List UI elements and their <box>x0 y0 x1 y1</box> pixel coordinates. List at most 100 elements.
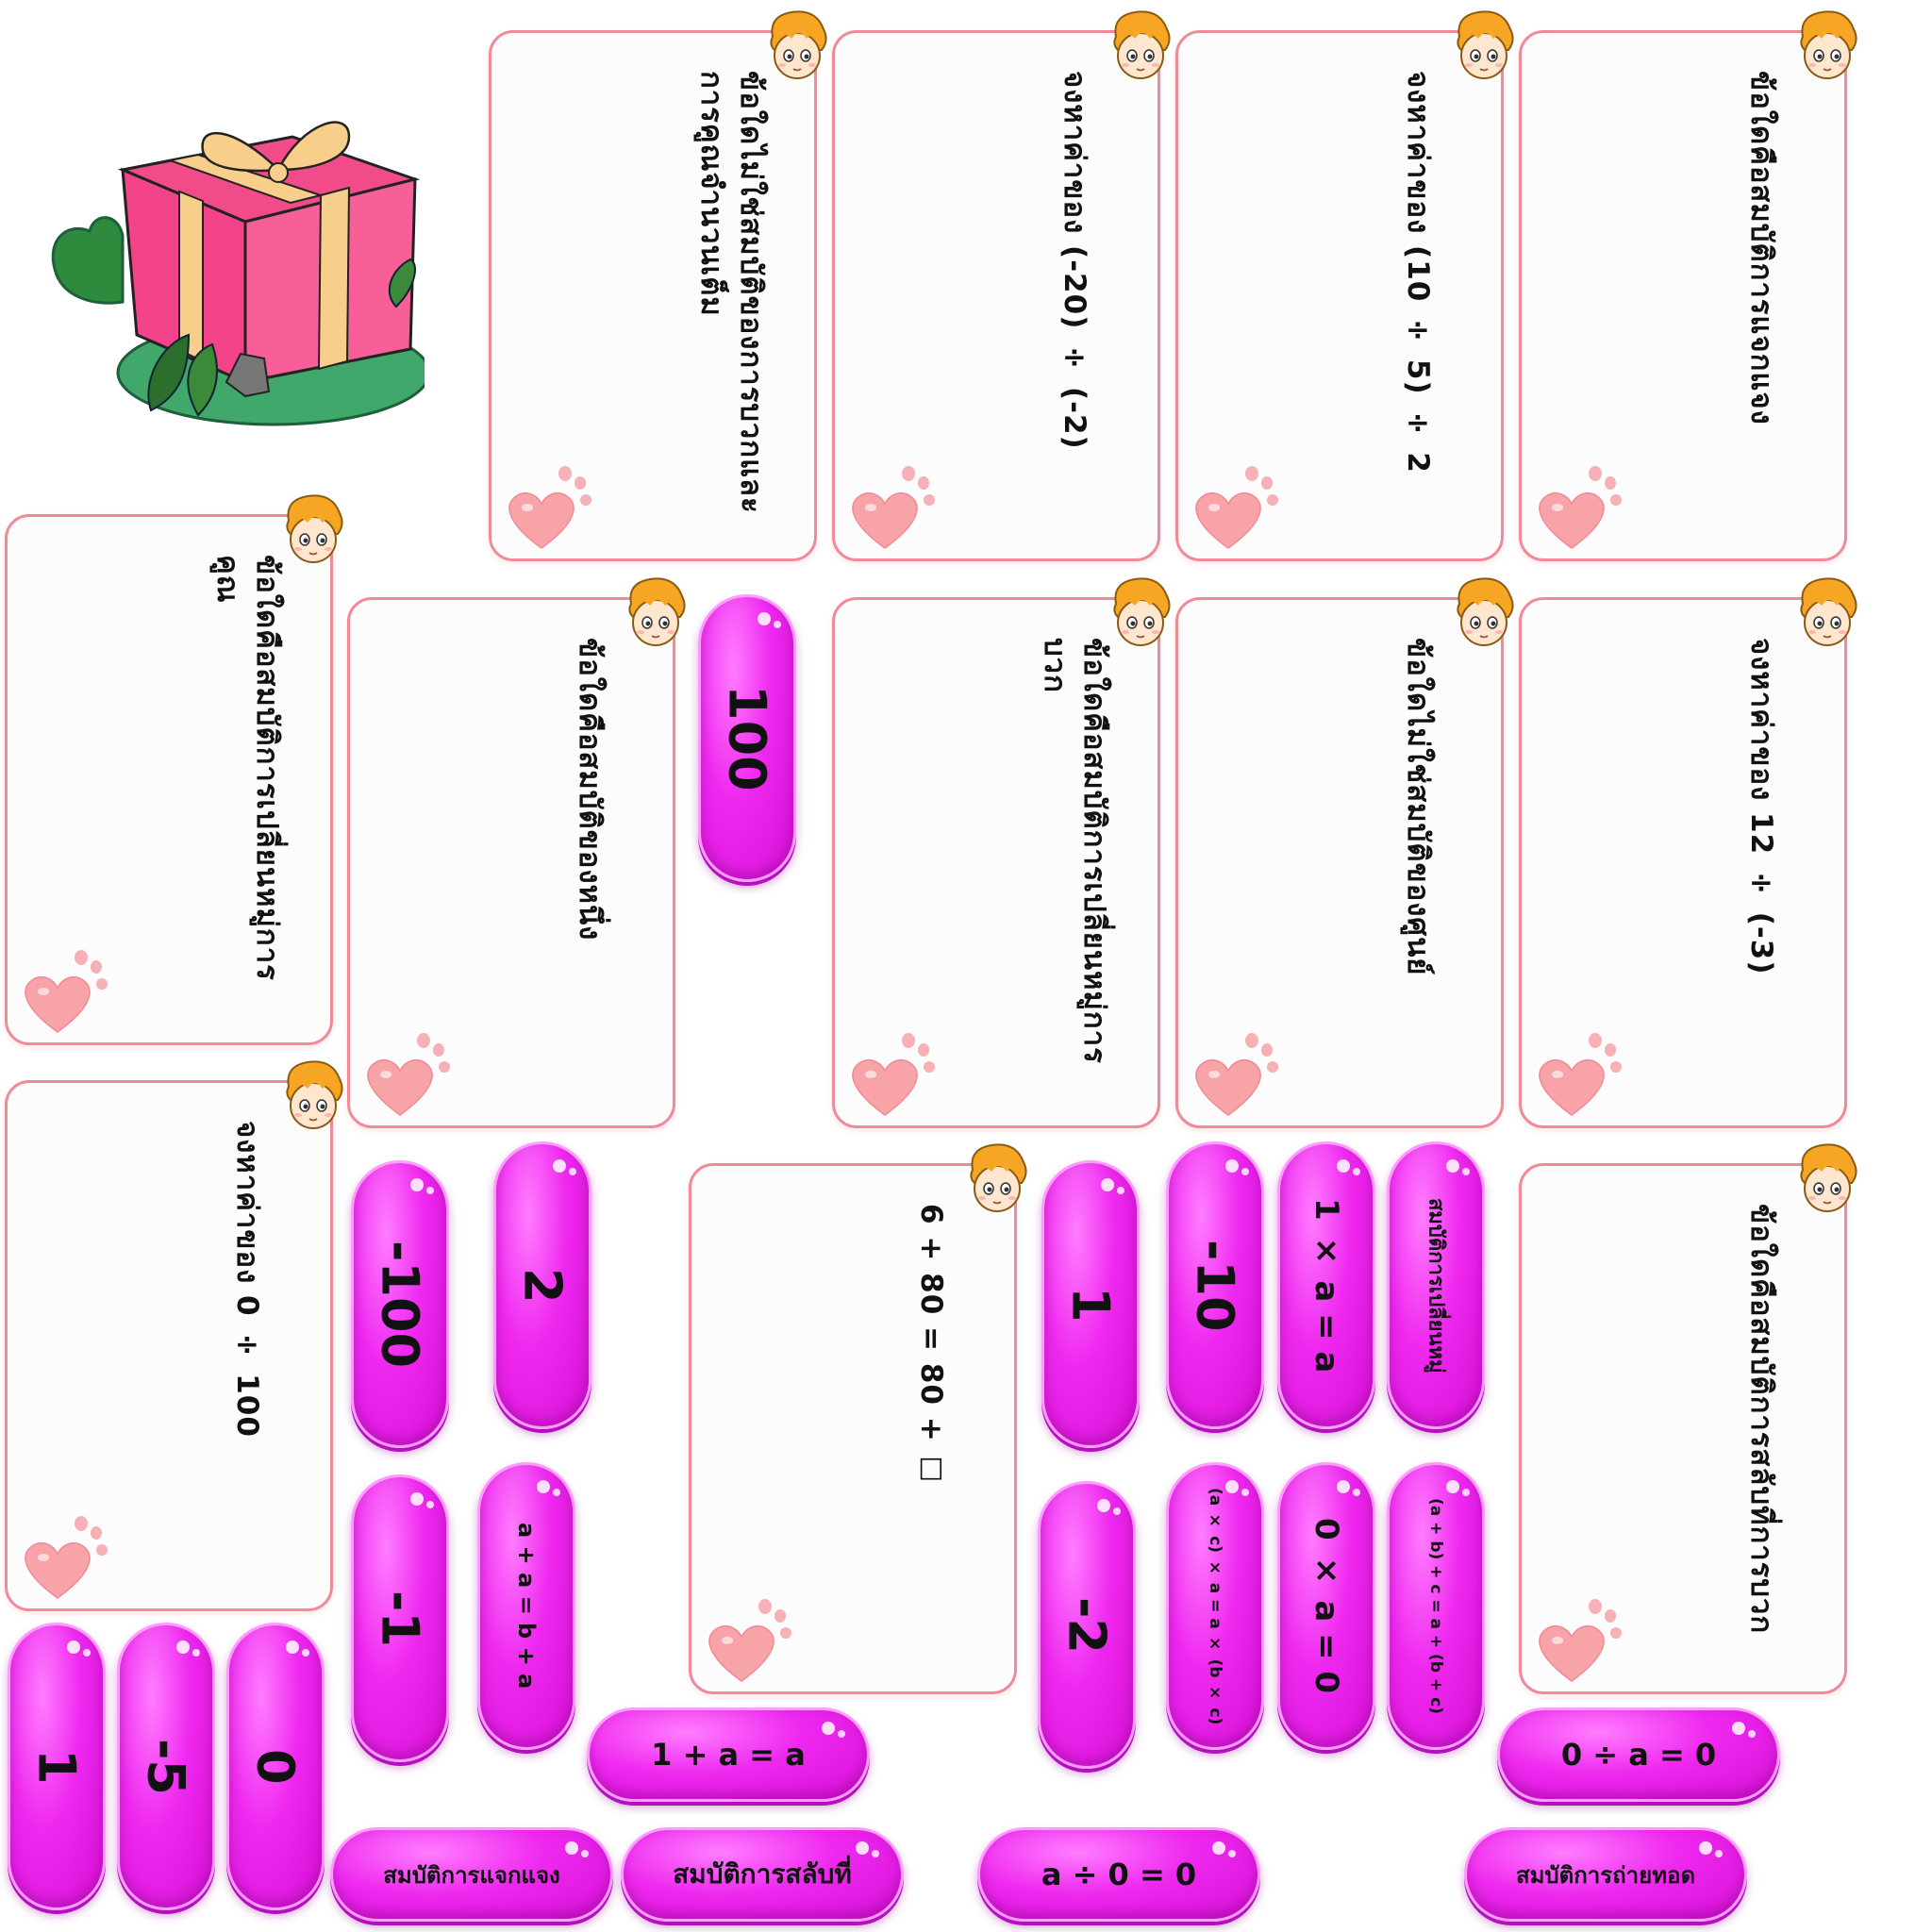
question-card[interactable]: จงหาค่าของ (-20) ÷ (-2) <box>832 30 1160 561</box>
cartoon-boy-face-icon <box>1793 575 1861 651</box>
answer-label: a + a = b + a <box>513 1523 540 1690</box>
question-card[interactable]: ข้อใดไม่ใช่สมบัติของศูนย์ <box>1175 597 1504 1128</box>
answer-label: (a + b) + c = a + (b + c) <box>1426 1498 1445 1714</box>
question-area: จงหาค่าของ (-20) ÷ (-2) <box>1012 71 1135 521</box>
pink-paw-heart-icon <box>1529 1025 1633 1120</box>
question-text: ข้อใดไม่ใช่สมบัติของศูนย์ <box>1400 638 1435 976</box>
pink-paw-heart-icon <box>699 1591 803 1686</box>
answer-tile[interactable]: สมบัติการเปลี่ยนหมู่ <box>1387 1141 1485 1429</box>
pink-paw-heart-icon <box>1186 458 1290 553</box>
answer-tile[interactable]: 1 <box>8 1623 106 1910</box>
answer-tile[interactable]: สมบัติการสลับที่ <box>621 1827 904 1922</box>
answer-tile[interactable]: -10 <box>1166 1141 1264 1429</box>
question-area: 6 + 80 = 80 + ☐ <box>869 1204 991 1654</box>
cartoon-boy-face-icon <box>622 575 690 651</box>
pink-paw-heart-icon <box>1529 458 1633 553</box>
question-text: 6 + 80 = 80 + ☐ <box>913 1204 948 1489</box>
question-area: ข้อใดคือสมบัติของหนึ่ง <box>527 638 650 1088</box>
question-text: ข้อใดคือสมบัติของหนึ่ง <box>572 638 607 941</box>
question-text: ข้อใดคือสมบัติการเปลี่ยนหมู่การคูณ <box>210 555 284 981</box>
answer-label: สมบัติการถ่ายทอด <box>1515 1861 1696 1889</box>
cartoon-boy-face-icon <box>279 1058 347 1134</box>
answer-tile[interactable]: (a × c) × a = a × (b × c) <box>1166 1462 1264 1750</box>
question-area: จงหาค่าของ (10 ÷ 5) ÷ 2 <box>1356 71 1478 521</box>
answer-label: (a × c) × a = a × (b × c) <box>1206 1487 1224 1725</box>
question-text: จงหาค่าของ (10 ÷ 5) ÷ 2 <box>1400 71 1435 474</box>
answer-tile[interactable]: a + a = b + a <box>477 1462 575 1750</box>
question-card[interactable]: จงหาค่าของ (10 ÷ 5) ÷ 2 <box>1175 30 1504 561</box>
question-area: ข้อใดคือสมบัติการเปลี่ยนหมู่การคูณ <box>185 555 308 1005</box>
question-text: ข้อใดคือสมบัติการเปลี่ยนหมู่การบวก <box>1038 638 1111 1064</box>
pink-paw-heart-icon <box>842 458 946 553</box>
pink-paw-heart-icon <box>15 942 119 1037</box>
answer-tile[interactable]: -2 <box>1038 1481 1136 1769</box>
question-area: จงหาค่าของ 12 ÷ (-3) <box>1699 638 1822 1088</box>
answer-label: 0 × a = 0 <box>1307 1518 1345 1694</box>
pink-paw-heart-icon <box>842 1025 946 1120</box>
question-card[interactable]: 6 + 80 = 80 + ☐ <box>689 1163 1017 1694</box>
answer-tile[interactable]: (a + b) + c = a + (b + c) <box>1387 1462 1485 1750</box>
question-card[interactable]: ข้อใดคือสมบัติการเปลี่ยนหมู่การบวก <box>832 597 1160 1128</box>
answer-label: 2 <box>512 1267 573 1304</box>
question-text: ข้อใดไม่ใช่สมบัติของการบวกและการคูณจำนวน… <box>694 71 768 514</box>
question-area: จงหาค่าของ 0 ÷ 100 <box>185 1121 308 1571</box>
answer-tile[interactable]: 1 <box>1041 1160 1140 1448</box>
question-area: ข้อใดคือสมบัติการเปลี่ยนหมู่การบวก <box>1012 638 1135 1088</box>
gift-box-icon <box>38 71 431 429</box>
question-card[interactable]: ข้อใดคือสมบัติการสลับที่การบวก <box>1519 1163 1847 1694</box>
answer-label: 1 + a = a <box>651 1737 806 1773</box>
answer-label: สมบัติการสลับที่ <box>673 1858 852 1890</box>
answer-label: -10 <box>1185 1239 1245 1332</box>
question-card[interactable]: ข้อใดไม่ใช่สมบัติของการบวกและการคูณจำนวน… <box>489 30 817 561</box>
question-text: จงหาค่าของ (-20) ÷ (-2) <box>1057 71 1091 450</box>
pink-paw-heart-icon <box>499 458 603 553</box>
answer-tile[interactable]: 0 × a = 0 <box>1277 1462 1375 1750</box>
pink-paw-heart-icon <box>1186 1025 1290 1120</box>
answer-tile[interactable]: สมบัติการถ่ายทอด <box>1464 1827 1747 1922</box>
answer-tile[interactable]: -5 <box>117 1623 215 1910</box>
answer-label: a ÷ 0 = 0 <box>1041 1857 1197 1892</box>
cartoon-boy-face-icon <box>963 1141 1031 1217</box>
answer-label: สมบัติการแจกแจง <box>383 1861 560 1889</box>
answer-label: 100 <box>717 685 777 791</box>
question-card[interactable]: จงหาค่าของ 12 ÷ (-3) <box>1519 597 1847 1128</box>
answer-tile[interactable]: 100 <box>698 594 796 882</box>
cartoon-boy-face-icon <box>1793 8 1861 84</box>
answer-tile[interactable]: 0 <box>226 1623 325 1910</box>
answer-label: -2 <box>1057 1596 1117 1654</box>
question-text: จงหาค่าของ 0 ÷ 100 <box>229 1121 264 1438</box>
cartoon-boy-face-icon <box>763 8 831 84</box>
answer-tile[interactable]: 1 × a = a <box>1277 1141 1375 1429</box>
cartoon-boy-face-icon <box>1107 8 1174 84</box>
question-area: ข้อใดไม่ใช่สมบัติของศูนย์ <box>1356 638 1478 1088</box>
answer-label: 0 ÷ a = 0 <box>1560 1737 1717 1773</box>
cartoon-boy-face-icon <box>1450 575 1518 651</box>
question-card[interactable]: ข้อใดคือสมบัติการแจกแจง <box>1519 30 1847 561</box>
cartoon-boy-face-icon <box>279 492 347 568</box>
answer-tile[interactable]: 1 + a = a <box>587 1707 870 1802</box>
question-area: ข้อใดคือสมบัติการสลับที่การบวก <box>1699 1204 1822 1654</box>
cartoon-boy-face-icon <box>1450 8 1518 84</box>
answer-label: -100 <box>370 1240 430 1369</box>
question-card[interactable]: ข้อใดคือสมบัติการเปลี่ยนหมู่การคูณ <box>5 514 333 1045</box>
answer-tile[interactable]: 2 <box>493 1141 591 1429</box>
answer-tile[interactable]: สมบัติการแจกแจง <box>330 1827 613 1922</box>
pink-paw-heart-icon <box>358 1025 461 1120</box>
question-area: ข้อใดคือสมบัติการแจกแจง <box>1699 71 1822 521</box>
question-text: จงหาค่าของ 12 ÷ (-3) <box>1743 638 1778 975</box>
pink-paw-heart-icon <box>15 1508 119 1603</box>
answer-tile[interactable]: -100 <box>351 1160 449 1448</box>
answer-label: สมบัติการเปลี่ยนหมู่ <box>1424 1197 1448 1374</box>
cartoon-boy-face-icon <box>1793 1141 1861 1217</box>
question-text: ข้อใดคือสมบัติการสลับที่การบวก <box>1743 1204 1778 1635</box>
question-card[interactable]: จงหาค่าของ 0 ÷ 100 <box>5 1080 333 1611</box>
answer-label: -1 <box>370 1590 430 1647</box>
answer-tile[interactable]: 0 ÷ a = 0 <box>1497 1707 1780 1802</box>
question-area: ข้อใดไม่ใช่สมบัติของการบวกและการคูณจำนวน… <box>669 71 791 521</box>
answer-tile[interactable]: a ÷ 0 = 0 <box>977 1827 1260 1922</box>
question-text: ข้อใดคือสมบัติการแจกแจง <box>1743 71 1778 425</box>
answer-label: 0 <box>245 1748 306 1785</box>
answer-tile[interactable]: -1 <box>351 1474 449 1762</box>
question-card[interactable]: ข้อใดคือสมบัติของหนึ่ง <box>347 597 675 1128</box>
answer-label: -5 <box>136 1738 196 1795</box>
